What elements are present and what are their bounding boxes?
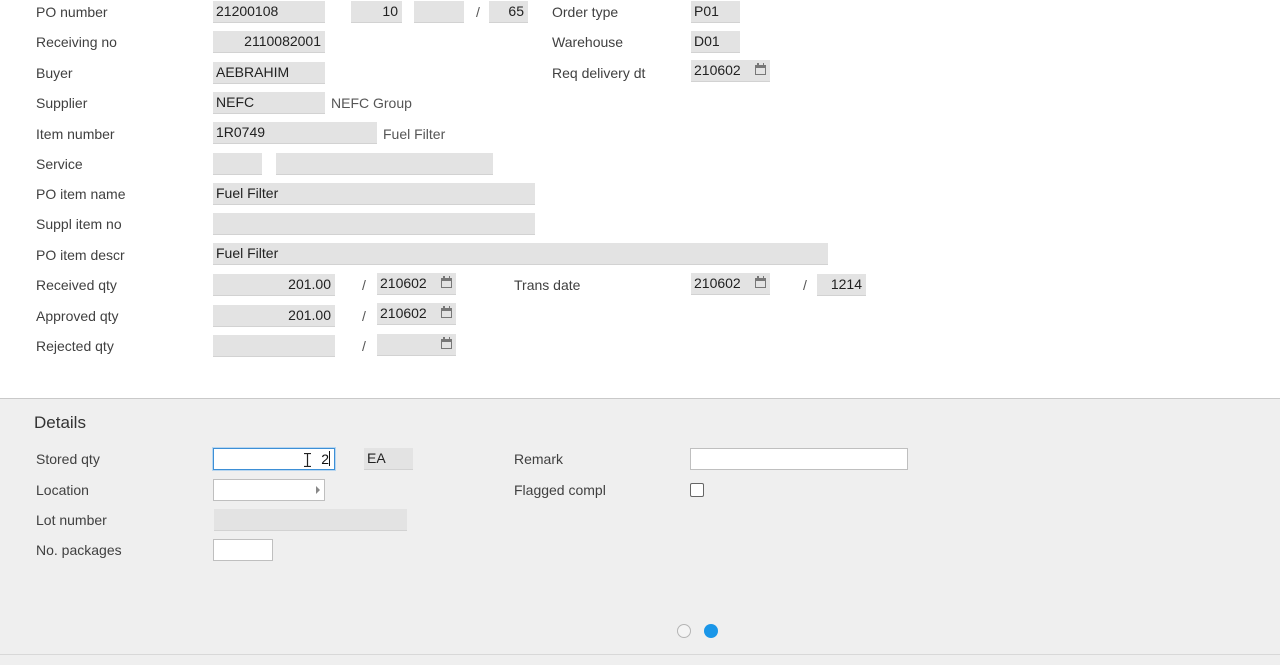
rejected-qty-label: Rejected qty: [36, 338, 114, 354]
po-sub-field[interactable]: 65: [489, 1, 528, 23]
approved-date-value: 210602: [380, 305, 427, 321]
po-number-field[interactable]: 21200108: [213, 1, 325, 23]
lot-number-label: Lot number: [36, 512, 107, 528]
calendar-icon[interactable]: [441, 276, 452, 288]
chevron-right-icon[interactable]: [316, 486, 320, 494]
po-item-descr-field[interactable]: Fuel Filter: [213, 243, 828, 265]
location-select[interactable]: [213, 479, 325, 501]
stored-qty-input[interactable]: 2: [213, 448, 335, 470]
stored-qty-value: 2: [321, 451, 329, 467]
calendar-icon[interactable]: [755, 63, 766, 75]
no-packages-input[interactable]: [213, 539, 273, 561]
supplier-field[interactable]: NEFC: [213, 92, 325, 114]
buyer-label: Buyer: [36, 65, 73, 81]
buyer-field[interactable]: AEBRAHIM: [213, 62, 325, 84]
received-qty-separator: /: [362, 277, 366, 293]
stored-qty-label: Stored qty: [36, 451, 100, 467]
calendar-icon[interactable]: [441, 337, 452, 349]
receiving-no-field[interactable]: 2110082001: [213, 31, 325, 53]
page-dot-2-active[interactable]: [704, 624, 718, 638]
receiving-no-label: Receiving no: [36, 34, 117, 50]
service-field[interactable]: [213, 153, 262, 175]
calendar-icon[interactable]: [441, 306, 452, 318]
received-date-value: 210602: [380, 275, 427, 291]
trans-time-field[interactable]: 1214: [817, 274, 866, 296]
suppl-item-no-label: Suppl item no: [36, 216, 122, 232]
remark-label: Remark: [514, 451, 564, 467]
po-line-field[interactable]: 10: [351, 1, 402, 23]
suppl-item-no-field[interactable]: [213, 213, 535, 235]
i-beam-cursor-icon: [304, 452, 311, 468]
item-number-label: Item number: [36, 126, 115, 142]
trans-date-value: 210602: [694, 275, 741, 291]
approved-qty-label: Approved qty: [36, 308, 119, 324]
calendar-icon[interactable]: [755, 276, 766, 288]
order-type-label: Order type: [552, 4, 619, 20]
flagged-compl-label: Flagged compl: [514, 482, 606, 498]
req-delivery-dt-label: Req delivery dt: [552, 65, 646, 81]
po-seq-field[interactable]: [414, 1, 464, 23]
details-panel: Details Stored qty 2 EA Remark Location …: [0, 398, 1280, 665]
po-item-descr-label: PO item descr: [36, 247, 125, 263]
lot-number-field[interactable]: [214, 509, 407, 531]
received-qty-label: Received qty: [36, 277, 117, 293]
po-item-name-label: PO item name: [36, 186, 126, 202]
po-separator: /: [476, 4, 480, 20]
approved-qty-field[interactable]: 201.00: [213, 305, 335, 327]
supplier-label: Supplier: [36, 95, 88, 111]
supplier-name: NEFC Group: [331, 95, 412, 111]
service-name-field[interactable]: [276, 153, 493, 175]
page-dot-1[interactable]: [677, 624, 691, 638]
flagged-compl-checkbox[interactable]: [690, 483, 704, 497]
rejected-qty-field[interactable]: [213, 335, 335, 357]
details-title: Details: [34, 413, 86, 432]
po-number-label: PO number: [36, 4, 108, 20]
remark-input[interactable]: [690, 448, 908, 470]
item-name: Fuel Filter: [383, 126, 446, 142]
warehouse-label: Warehouse: [552, 34, 624, 50]
approved-qty-separator: /: [362, 308, 366, 324]
trans-date-label: Trans date: [514, 277, 581, 293]
bottom-divider: [0, 654, 1280, 655]
item-number-field[interactable]: 1R0749: [213, 122, 377, 144]
unit-field: EA: [364, 448, 413, 470]
location-label: Location: [36, 482, 89, 498]
trans-date-separator: /: [803, 277, 807, 293]
text-cursor: [329, 451, 330, 466]
req-delivery-dt-value: 210602: [694, 62, 741, 78]
service-label: Service: [36, 156, 83, 172]
order-type-field[interactable]: P01: [691, 1, 740, 23]
rejected-qty-separator: /: [362, 338, 366, 354]
po-item-name-field[interactable]: Fuel Filter: [213, 183, 535, 205]
received-qty-field[interactable]: 201.00: [213, 274, 335, 296]
warehouse-field[interactable]: D01: [691, 31, 740, 53]
no-packages-label: No. packages: [36, 542, 122, 558]
